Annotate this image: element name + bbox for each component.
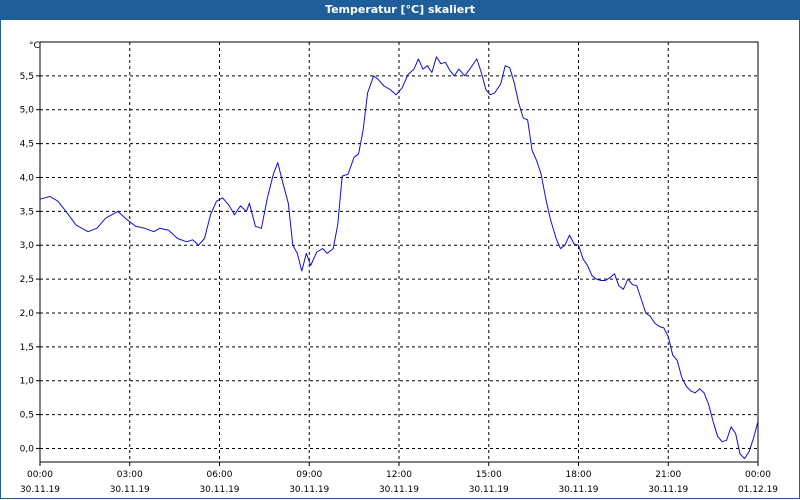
x-tick-time-label: 00:00 (27, 470, 53, 480)
y-tick-label: 4,5 (20, 140, 34, 150)
x-tick-time-label: 18:00 (566, 470, 592, 480)
x-tick-date-label: 30.11.19 (20, 485, 60, 495)
y-tick-label: 0,0 (20, 444, 35, 454)
y-tick-label: 2,5 (20, 275, 34, 285)
x-tick-date-label: 30.11.19 (558, 485, 598, 495)
grid-lines (36, 42, 759, 466)
x-tick-time-label: 03:00 (117, 470, 143, 480)
y-tick-label: 5,0 (20, 106, 35, 116)
x-tick-time-label: 00:00 (745, 470, 771, 480)
y-axis-unit: °C (29, 41, 40, 51)
y-tick-label: 2,0 (20, 309, 35, 319)
x-tick-date-label: 30.11.19 (469, 485, 509, 495)
y-tick-label: 1,0 (20, 377, 35, 387)
y-tick-label: 1,5 (20, 343, 34, 353)
x-tick-date-label: 30.11.19 (648, 485, 688, 495)
x-tick-time-label: 12:00 (386, 470, 412, 480)
x-tick-date-label: 30.11.19 (379, 485, 419, 495)
x-tick-time-label: 15:00 (476, 470, 502, 480)
temperature-chart: °C 0,00,51,01,52,02,53,03,54,04,55,05,5 … (20, 41, 779, 495)
x-tick-labels: 00:00 30.11.19 03:00 30.11.19 06:00 30.11.19 0… (20, 470, 778, 495)
x-tick-date-label: 30.11.19 (110, 485, 150, 495)
y-tick-label: 4,0 (20, 173, 35, 183)
x-tick-time-label: 21:00 (655, 470, 681, 480)
x-tick-date-label: 30.11.19 (289, 485, 329, 495)
x-tick-time-label: 06:00 (207, 470, 233, 480)
x-tick-date-label: 30.11.19 (199, 485, 239, 495)
y-tick-label: 5,5 (20, 72, 34, 82)
y-tick-labels: 0,0 0,5 1,0 1,5 2,0 2,5 3,0 3,5 4,0 4,5 5,0 5,5 (20, 72, 35, 455)
x-tick-time-label: 09:00 (296, 470, 322, 480)
y-tick-label: 0,5 (20, 411, 34, 421)
y-tick-label: 3,0 (20, 241, 35, 251)
y-tick-label: 3,5 (20, 207, 34, 217)
x-tick-date-label: 01.12.19 (738, 485, 778, 495)
